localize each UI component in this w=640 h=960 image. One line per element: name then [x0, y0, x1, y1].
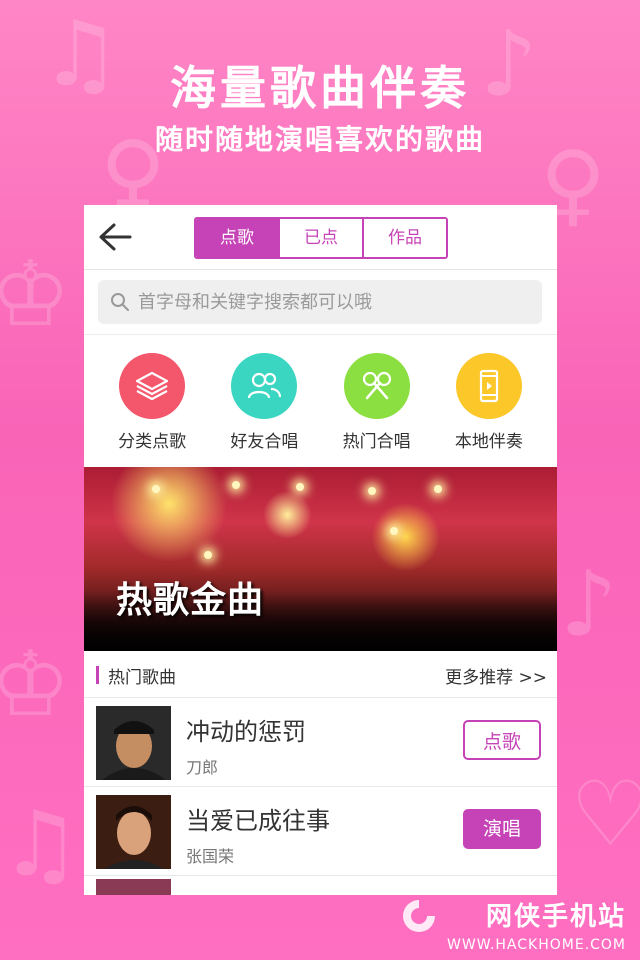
stage-light	[390, 527, 398, 535]
next-album-cover-partial	[96, 879, 171, 895]
category-row: 分类点歌 好友合唱 热门合唱 本地伴奏	[84, 335, 557, 467]
category-label: 好友合唱	[230, 432, 299, 452]
watermark: 网侠手机站 WWW.HACKHOME.COM	[403, 896, 626, 953]
search-icon	[111, 293, 129, 311]
microphones-icon	[343, 353, 410, 419]
back-arrow-icon[interactable]	[98, 222, 132, 252]
request-song-button[interactable]: 点歌	[463, 720, 541, 760]
app-screen: 点歌 已点 作品 分类点歌	[84, 205, 557, 895]
heart-decoration-icon: ♡	[570, 762, 640, 867]
song-artist: 张国荣	[186, 847, 235, 866]
more-recommendations-link[interactable]: 更多推荐 >>	[445, 663, 547, 688]
section-title: 热门歌曲	[108, 668, 176, 688]
stage-light	[152, 485, 160, 493]
stage-light	[434, 485, 442, 493]
hot-songs-header: 热门歌曲 更多推荐 >>	[84, 651, 557, 698]
crown-decoration-icon: ♔	[0, 242, 71, 347]
stage-light	[296, 483, 304, 491]
song-title: 当爱已成往事	[186, 807, 330, 835]
phone-icon	[455, 353, 522, 419]
sing-button[interactable]: 演唱	[463, 809, 541, 849]
song-artist: 刀郎	[186, 758, 219, 777]
stage-light	[232, 481, 240, 489]
layers-icon	[119, 353, 186, 419]
tab-request-song[interactable]: 点歌	[196, 219, 278, 257]
watermark-url: WWW.HACKHOME.COM	[447, 937, 626, 953]
note-decoration-icon: ♫	[0, 792, 81, 897]
song-row[interactable]: 冲动的惩罚 刀郎 点歌	[84, 698, 557, 787]
segmented-tabs: 点歌 已点 作品	[194, 217, 448, 259]
banner-title: 热歌金曲	[116, 580, 265, 621]
note-decoration-icon: ♪	[560, 552, 618, 657]
song-row[interactable]: 当爱已成往事 张国荣 演唱	[84, 787, 557, 876]
promo-subline: 随时随地演唱喜欢的歌曲	[154, 123, 485, 156]
category-label: 本地伴奏	[454, 432, 523, 452]
category-hot-chorus[interactable]: 热门合唱	[327, 335, 427, 467]
search-area	[84, 270, 557, 335]
category-label: 分类点歌	[118, 432, 187, 452]
watermark-name: 网侠手机站	[485, 902, 626, 932]
stage-light	[368, 487, 376, 495]
category-label: 热门合唱	[342, 432, 411, 452]
crown-decoration-icon: ♔	[0, 632, 71, 737]
song-title: 冲动的惩罚	[186, 718, 306, 746]
tab-requested[interactable]: 已点	[278, 219, 362, 257]
category-local-accompaniment[interactable]: 本地伴奏	[439, 335, 539, 467]
category-friend-chorus[interactable]: 好友合唱	[214, 335, 314, 467]
section-marker	[96, 666, 99, 684]
top-bar: 点歌 已点 作品	[84, 205, 557, 270]
search-input[interactable]	[136, 290, 520, 314]
tab-works[interactable]: 作品	[362, 219, 446, 257]
promo-headline: 海量歌曲伴奏	[170, 61, 470, 115]
album-cover	[96, 706, 171, 780]
search-bar[interactable]	[98, 280, 542, 324]
people-icon	[231, 353, 298, 419]
hot-songs-banner[interactable]: 热歌金曲	[84, 467, 557, 651]
album-cover	[96, 795, 171, 869]
watermark-logo-icon	[403, 900, 436, 932]
category-classified-songs[interactable]: 分类点歌	[102, 335, 202, 467]
stage-light	[204, 551, 212, 559]
